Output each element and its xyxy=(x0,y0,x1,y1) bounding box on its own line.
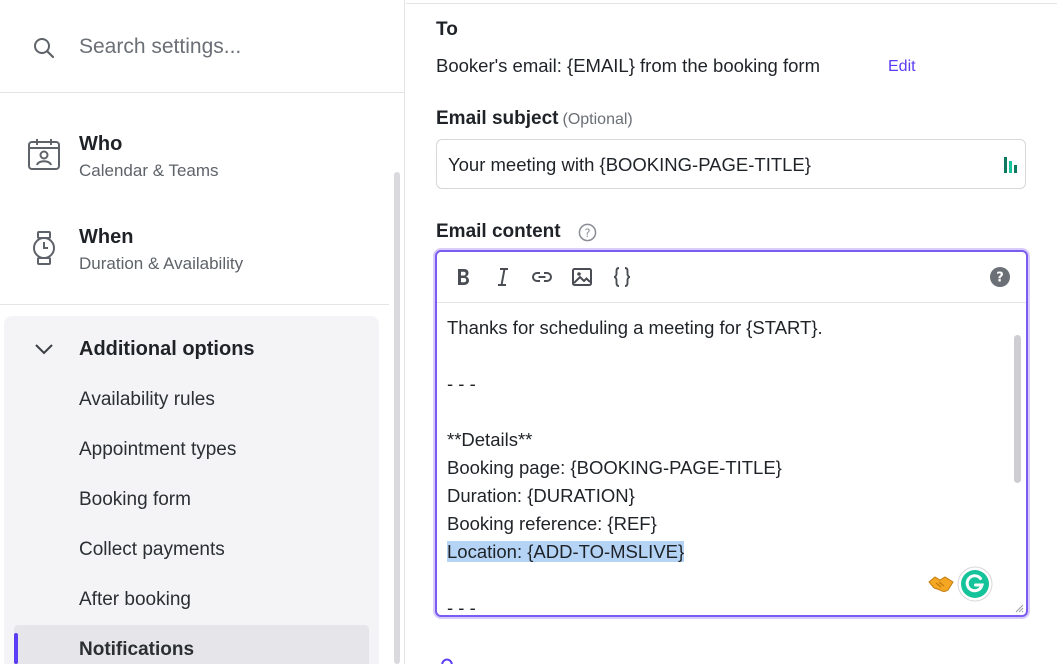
editor-scrollbar[interactable] xyxy=(1014,335,1021,483)
additional-options-group: Additional options Availability rules Ap… xyxy=(4,316,379,664)
sidebar-item-after-booking[interactable]: After booking xyxy=(79,589,191,611)
svg-text:?: ? xyxy=(996,271,1004,286)
sidebar-item-notifications[interactable]: Notifications xyxy=(79,639,194,661)
content-line: - - - xyxy=(447,597,476,617)
search-icon xyxy=(34,38,55,59)
nav-when-title: When xyxy=(79,226,134,248)
sidebar-scrollbar[interactable] xyxy=(394,172,400,664)
settings-sidebar: Search settings... Who Calendar & Teams … xyxy=(0,0,405,664)
calendar-person-icon xyxy=(28,139,60,170)
sidebar-item-booking-form[interactable]: Booking form xyxy=(79,489,191,511)
content-line: **Details** xyxy=(447,429,533,450)
sidebar-item-appointment-types[interactable]: Appointment types xyxy=(79,439,236,461)
sidebar-item-availability-rules[interactable]: Availability rules xyxy=(79,389,215,411)
search-input[interactable]: Search settings... xyxy=(79,35,241,59)
email-subject-label: Email subject (Optional) xyxy=(436,108,633,130)
selected-content-line: Location: {ADD-TO-MSLIVE} xyxy=(447,541,685,562)
editor-help-icon[interactable]: ? xyxy=(989,266,1011,288)
sidebar-divider xyxy=(0,304,389,305)
image-icon[interactable] xyxy=(571,266,593,288)
chevron-down-icon[interactable] xyxy=(33,341,55,357)
nav-who-title: Who xyxy=(79,133,123,155)
email-subject-label-text: Email subject xyxy=(436,108,559,129)
help-icon[interactable]: ? xyxy=(578,223,597,242)
notification-editor-panel: To Booker's email: {EMAIL} from the book… xyxy=(406,0,1057,664)
braces-icon[interactable] xyxy=(611,266,633,288)
additional-options-title[interactable]: Additional options xyxy=(79,338,255,361)
email-content-editor[interactable]: ? Thanks for scheduling a meeting for {S… xyxy=(435,250,1028,617)
content-line xyxy=(447,398,1012,426)
to-recipient-text: Booker's email: {EMAIL} from the booking… xyxy=(436,55,820,76)
watch-icon xyxy=(33,231,55,265)
optional-tag: (Optional) xyxy=(562,111,633,128)
nav-item-who[interactable]: Who Calendar & Teams xyxy=(0,110,389,190)
partial-icon xyxy=(441,658,453,664)
nav-who-subtitle: Calendar & Teams xyxy=(79,161,219,180)
sidebar-item-collect-payments[interactable]: Collect payments xyxy=(79,539,225,561)
active-indicator xyxy=(14,633,18,664)
search-bar[interactable]: Search settings... xyxy=(0,0,405,93)
email-subject-input[interactable]: Your meeting with {BOOKING-PAGE-TITLE} xyxy=(436,139,1026,189)
editor-toolbar: ? xyxy=(437,252,1026,303)
content-line xyxy=(447,342,1012,370)
email-content-label: Email content xyxy=(436,221,561,242)
grammarly-inline-icon[interactable] xyxy=(1003,155,1017,175)
content-line: Booking page: {BOOKING-PAGE-TITLE} xyxy=(447,457,782,478)
italic-icon[interactable] xyxy=(492,266,514,288)
resize-handle-icon[interactable] xyxy=(1014,603,1024,613)
handshake-icon[interactable] xyxy=(927,572,955,596)
bold-icon[interactable] xyxy=(452,266,474,288)
nav-item-when[interactable]: When Duration & Availability xyxy=(0,203,389,283)
edit-recipient-link[interactable]: Edit xyxy=(888,58,916,76)
email-subject-value: Your meeting with {BOOKING-PAGE-TITLE} xyxy=(448,154,811,175)
to-label: To xyxy=(436,19,458,40)
content-line: Booking reference: {REF} xyxy=(447,513,657,534)
link-icon[interactable] xyxy=(531,266,553,288)
content-line: - - - xyxy=(447,373,476,394)
grammarly-icon[interactable] xyxy=(957,566,993,602)
nav-when-subtitle: Duration & Availability xyxy=(79,254,244,273)
content-line: Thanks for scheduling a meeting for {STA… xyxy=(447,317,823,338)
svg-text:?: ? xyxy=(584,226,590,240)
content-line: Duration: {DURATION} xyxy=(447,485,635,506)
